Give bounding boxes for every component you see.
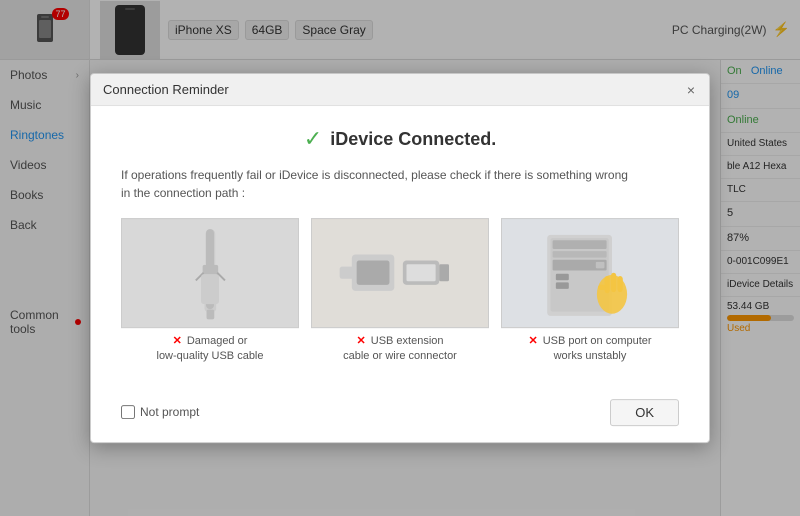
cable-image-block: ✕ Damaged orlow-quality USB cable <box>121 218 299 365</box>
not-prompt-checkbox[interactable] <box>121 405 135 419</box>
usb-label: ✕ USB extensioncable or wire connector <box>343 334 457 365</box>
cable-label: ✕ Damaged orlow-quality USB cable <box>157 334 264 365</box>
computer-label-text: USB port on computerworks unstably <box>543 335 652 362</box>
usb-x-mark: ✕ <box>356 335 365 347</box>
checkmark-icon: ✓ <box>304 126 322 152</box>
modal-title-bar: Connection Reminder × <box>91 74 709 106</box>
computer-x-mark: ✕ <box>528 335 537 347</box>
connected-text: iDevice Connected. <box>330 129 496 150</box>
cable-svg <box>140 225 281 322</box>
modal-body: ✓ iDevice Connected. If operations frequ… <box>91 106 709 399</box>
modal-header-row: ✓ iDevice Connected. <box>121 126 679 152</box>
usb-image-block: ✕ USB extensioncable or wire connector <box>311 218 489 365</box>
usb-image <box>311 218 489 328</box>
modal-close-button[interactable]: × <box>685 83 697 97</box>
usb-svg <box>330 225 471 322</box>
computer-label: ✕ USB port on computerworks unstably <box>528 334 651 365</box>
images-row: ✕ Damaged orlow-quality USB cable <box>121 218 679 365</box>
computer-image-block: ✕ USB port on computerworks unstably <box>501 218 679 365</box>
not-prompt-label[interactable]: Not prompt <box>140 405 199 419</box>
computer-image <box>501 218 679 328</box>
connection-reminder-modal: Connection Reminder × ✓ iDevice Connecte… <box>90 73 710 443</box>
not-prompt-checkbox-wrap[interactable]: Not prompt <box>121 405 199 419</box>
modal-footer: Not prompt OK <box>91 399 709 442</box>
ok-button[interactable]: OK <box>610 399 679 426</box>
modal-description: If operations frequently fail or iDevice… <box>121 166 679 202</box>
computer-svg <box>520 225 661 322</box>
modal-title: Connection Reminder <box>103 82 229 97</box>
cable-image <box>121 218 299 328</box>
cable-x-mark: ✕ <box>173 335 182 347</box>
